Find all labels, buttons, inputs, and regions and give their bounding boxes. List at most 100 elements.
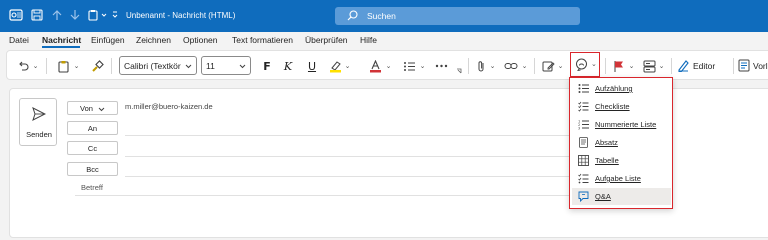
underline-button[interactable]: U xyxy=(304,55,320,77)
menu-einfuegen[interactable]: Einfügen xyxy=(91,35,125,45)
editor-button[interactable]: Editor xyxy=(677,55,729,77)
menu-optionen[interactable]: Optionen xyxy=(183,35,218,45)
cc-field[interactable] xyxy=(125,156,585,157)
title-bar: Unbenannt - Nachricht (HTML) Suchen xyxy=(0,0,768,32)
menu-item-tabelle[interactable]: Tabelle xyxy=(572,152,671,169)
menu-text-formatieren[interactable]: Text formatieren xyxy=(232,35,293,45)
apps-icon[interactable] xyxy=(641,55,657,77)
search-icon xyxy=(347,10,359,22)
paragraph-icon xyxy=(578,137,589,148)
cc-label: Cc xyxy=(87,144,98,153)
menu-ueberpruefen[interactable]: Überprüfen xyxy=(305,35,348,45)
highlight-icon[interactable] xyxy=(327,55,343,77)
loop-chevron-icon: ⌄ xyxy=(591,61,597,68)
send-label: Senden xyxy=(26,130,52,139)
menu-item-qa[interactable]: Q&A xyxy=(572,188,671,205)
outlook-logo-icon xyxy=(9,8,23,22)
bcc-label: Bcc xyxy=(86,165,99,174)
loop-icon xyxy=(575,58,588,72)
templates-label: Vorl xyxy=(753,61,768,71)
signature-icon[interactable] xyxy=(540,55,556,77)
to-button[interactable]: An xyxy=(67,121,118,135)
attach-chevron-icon[interactable]: ⌄ xyxy=(487,55,497,77)
send-button[interactable]: Senden xyxy=(19,98,57,146)
font-size-combo[interactable]: 11 xyxy=(201,56,251,75)
search-input[interactable]: Suchen xyxy=(335,7,580,25)
font-size-value: 11 xyxy=(206,61,215,71)
table-icon xyxy=(578,155,589,166)
bullet-list-icon[interactable] xyxy=(401,55,417,77)
editor-icon xyxy=(677,59,690,74)
bold-button[interactable]: F xyxy=(259,55,275,77)
paste-icon[interactable] xyxy=(86,8,100,22)
flag-icon[interactable] xyxy=(611,55,627,77)
from-label: Von xyxy=(79,104,93,113)
subject-field[interactable] xyxy=(75,195,585,196)
bcc-button[interactable]: Bcc xyxy=(67,162,118,176)
menu-item-label: Absatz xyxy=(595,138,618,147)
highlight-chevron-icon[interactable]: ⌄ xyxy=(342,55,352,77)
menu-item-nummerierte-liste[interactable]: 123 Nummerierte Liste xyxy=(572,116,671,133)
editor-label: Editor xyxy=(693,61,716,71)
menu-nachricht[interactable]: Nachricht xyxy=(42,35,81,45)
task-list-icon xyxy=(578,173,589,184)
undo-chevron-icon[interactable]: ⌄ xyxy=(30,55,40,77)
link-chevron-icon[interactable]: ⌄ xyxy=(519,55,529,77)
paste-chevron-icon[interactable] xyxy=(100,8,108,22)
menu-item-aufzaehlung[interactable]: Aufzählung xyxy=(572,80,671,97)
bcc-field[interactable] xyxy=(125,176,585,177)
to-field[interactable] xyxy=(125,135,585,136)
undo-icon[interactable] xyxy=(15,55,31,77)
font-color-icon[interactable] xyxy=(367,55,383,77)
subject-label: Betreff xyxy=(81,183,103,192)
menu-item-aufgabe-liste[interactable]: Aufgabe Liste xyxy=(572,170,671,187)
from-button[interactable]: Von xyxy=(67,101,118,115)
save-icon[interactable] xyxy=(30,8,44,22)
signature-chevron-icon[interactable]: ⌄ xyxy=(555,55,565,77)
more-options-icon[interactable] xyxy=(433,55,449,77)
templates-icon xyxy=(738,59,750,74)
format-painter-icon[interactable] xyxy=(89,55,105,77)
menu-datei[interactable]: Datei xyxy=(9,35,29,45)
menu-item-label: Nummerierte Liste xyxy=(595,120,657,129)
separator xyxy=(468,58,469,74)
font-name-value: Calibri (Textkör xyxy=(124,61,181,71)
to-label: An xyxy=(87,124,98,133)
bullet-list-chevron-icon[interactable]: ⌄ xyxy=(417,55,427,77)
separator xyxy=(733,58,734,74)
cc-button[interactable]: Cc xyxy=(67,141,118,155)
italic-button[interactable]: K xyxy=(280,55,296,77)
up-arrow-icon[interactable] xyxy=(50,8,64,22)
menu-hilfe[interactable]: Hilfe xyxy=(360,35,377,45)
down-arrow-icon[interactable] xyxy=(68,8,82,22)
bulleted-list-icon xyxy=(578,83,589,94)
link-icon[interactable] xyxy=(503,55,519,77)
menu-item-label: Tabelle xyxy=(595,156,619,165)
menu-item-label: Aufzählung xyxy=(595,84,633,93)
qa-icon xyxy=(578,191,589,203)
customize-chevron-icon[interactable] xyxy=(111,8,119,22)
apps-chevron-icon[interactable]: ⌄ xyxy=(656,55,666,77)
menu-item-label: Q&A xyxy=(595,192,611,201)
separator xyxy=(605,58,606,74)
separator xyxy=(671,58,672,74)
loop-component-button[interactable]: ⌄ xyxy=(570,52,600,77)
dialog-launcher-icon[interactable] xyxy=(455,67,463,75)
chevron-down-icon xyxy=(185,62,192,72)
menu-zeichnen[interactable]: Zeichnen xyxy=(136,35,171,45)
font-name-combo[interactable]: Calibri (Textkör xyxy=(119,56,197,75)
templates-button[interactable]: Vorl xyxy=(738,55,768,77)
separator xyxy=(534,58,535,74)
attach-file-icon[interactable] xyxy=(474,55,488,77)
active-tab-indicator xyxy=(42,46,80,48)
menu-item-absatz[interactable]: Absatz xyxy=(572,134,671,151)
menu-item-label: Checkliste xyxy=(595,102,630,111)
menu-item-checkliste[interactable]: Checkliste xyxy=(572,98,671,115)
paste-chevron-icon[interactable]: ⌄ xyxy=(71,55,81,77)
ribbon-toolbar: ⌄ ⌄ Calibri (Textkör 11 F K U ⌄ ⌄ ⌄ ⌄ ⌄ … xyxy=(6,50,768,80)
paste-icon[interactable] xyxy=(54,55,72,77)
flag-chevron-icon[interactable]: ⌄ xyxy=(626,55,636,77)
font-color-chevron-icon[interactable]: ⌄ xyxy=(383,55,393,77)
send-icon xyxy=(32,107,47,121)
svg-text:3: 3 xyxy=(578,127,580,131)
